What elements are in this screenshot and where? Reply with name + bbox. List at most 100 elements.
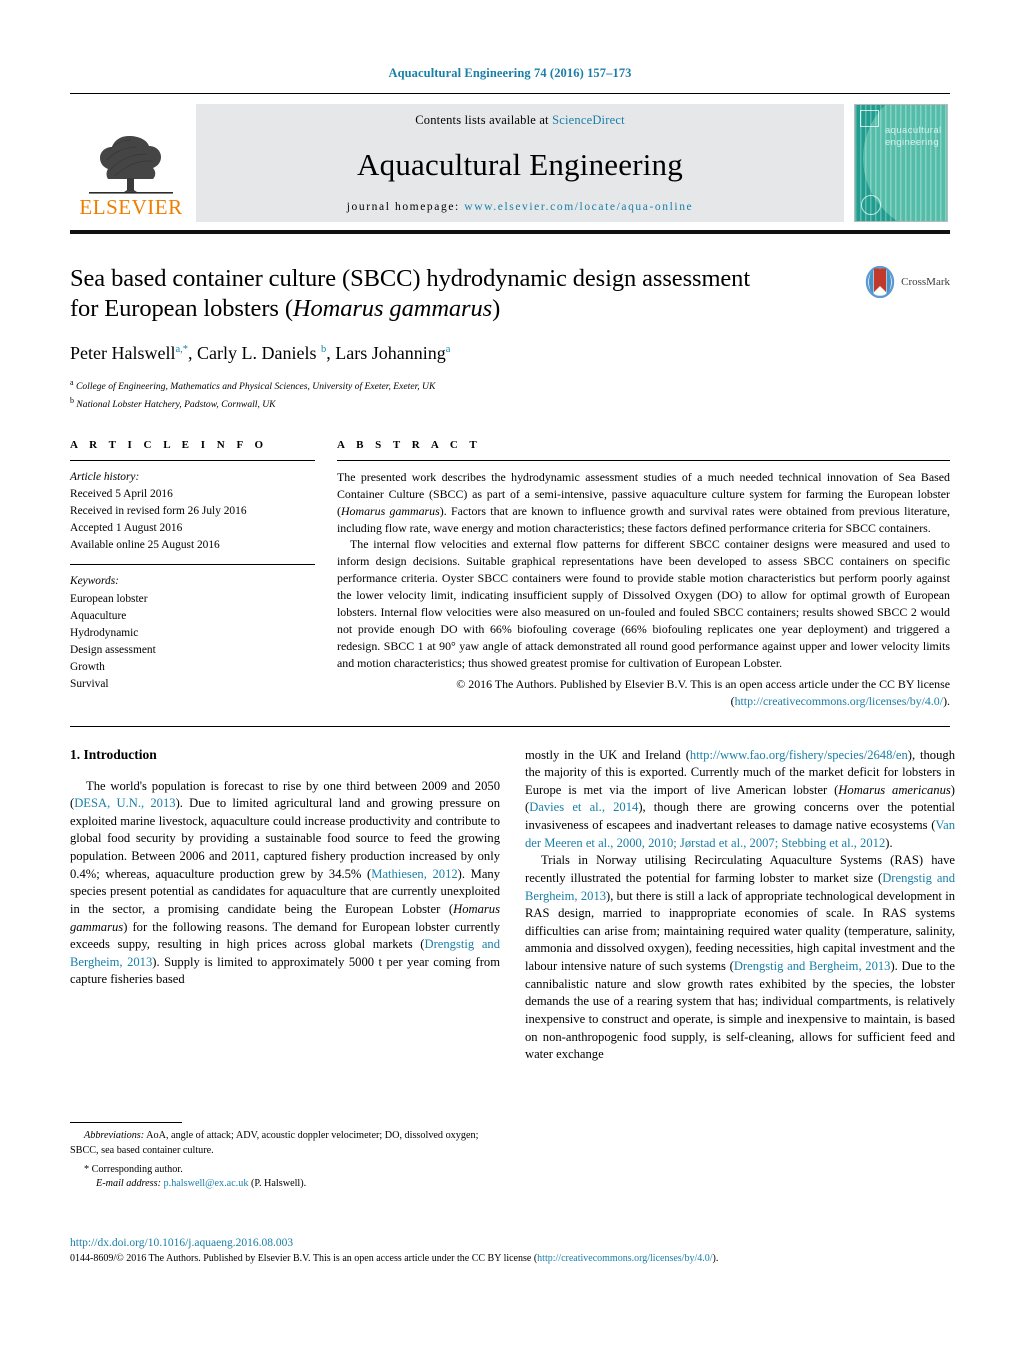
author-list: Peter Halswella,*, Carly L. Daniels b, L… <box>70 342 451 363</box>
intro-r-e: ). <box>885 835 893 850</box>
corresponding-author-footnote: * Corresponding author. E-mail address: … <box>70 1163 500 1193</box>
author-3-affiliation-marker: a <box>445 343 451 355</box>
title-line-2-prefix: for European lobsters ( <box>70 294 293 322</box>
issn-text-b: ). <box>712 1253 719 1265</box>
affiliation-a-text: College of Engineering, Mathematics and … <box>75 380 436 392</box>
cover-top-left-mark-icon <box>860 110 879 127</box>
intro-right-paragraph-1: mostly in the UK and Ireland (http://www… <box>525 747 955 853</box>
keyword-item: Survival <box>70 678 109 691</box>
keywords-label: Keywords: <box>70 575 119 588</box>
history-item: Available online 25 August 2016 <box>70 539 220 552</box>
intro-left-paragraph: The world's population is forecast to ri… <box>70 778 500 990</box>
article-info-divider <box>70 459 315 461</box>
author-name-3: Lars Johanning <box>335 342 446 363</box>
keyword-item: European lobster <box>70 592 148 605</box>
elsevier-tree-icon <box>89 136 173 194</box>
elsevier-logo: ELSEVIER <box>70 104 192 222</box>
body-column-left: 1. Introduction The world's population i… <box>70 747 500 1064</box>
intro-r2-c: ). Due to the cannibalistic nature and s… <box>525 959 955 1062</box>
abstract-divider <box>337 459 950 461</box>
affiliation-b-text: National Lobster Hatchery, Padstow, Corn… <box>76 398 276 410</box>
contents-available-line: Contents lists available at ScienceDirec… <box>415 113 625 128</box>
email-owner: (P. Halswell). <box>251 1178 307 1190</box>
abstract-paragraph-2: The internal flow velocities and externa… <box>337 537 950 670</box>
title-area: Sea based container culture (SBCC) hydro… <box>70 264 950 413</box>
article-info-column: A R T I C L E I N F O Article history: R… <box>70 439 315 710</box>
abstract-bottom-divider <box>70 725 950 727</box>
intro-right-paragraph-2: Trials in Norway utilising Recirculating… <box>525 852 955 1064</box>
author-1-affiliation-marker: a,* <box>175 343 189 355</box>
info-abstract-section: A R T I C L E I N F O Article history: R… <box>70 439 950 710</box>
running-head: Aquacultural Engineering 74 (2016) 157–1… <box>388 66 632 80</box>
author-2-affiliation-marker: b <box>321 343 327 355</box>
crossmark-badge[interactable]: CrossMark <box>864 266 950 298</box>
copyright-text: © 2016 The Authors. Published by Elsevie… <box>456 676 950 691</box>
keyword-item: Hydrodynamic <box>70 626 139 639</box>
abstract-heading: A B S T R A C T <box>337 438 482 451</box>
journal-homepage-line: journal homepage: www.elsevier.com/locat… <box>347 201 694 213</box>
intro-r-a: mostly in the UK and Ireland ( <box>525 747 690 762</box>
affiliation-a-marker: a <box>70 377 74 387</box>
citation-link[interactable]: Davies et al., 2014 <box>529 800 638 814</box>
citation-link[interactable]: DESA, U.N., 2013 <box>74 796 175 810</box>
crossmark-icon <box>865 266 895 298</box>
affiliation-b-marker: b <box>70 395 74 405</box>
history-item: Accepted 1 August 2016 <box>70 522 183 535</box>
abbreviations-footnote: Abbreviations: AoA, angle of attack; ADV… <box>70 1129 500 1159</box>
citation-link[interactable]: Drengstig and Bergheim, 2013 <box>734 959 891 973</box>
keyword-item: Growth <box>70 660 105 673</box>
issn-copyright-line: 0144-8609/© 2016 The Authors. Published … <box>70 1252 950 1266</box>
abstract-column: A B S T R A C T The presented work descr… <box>337 439 950 710</box>
license-url-link[interactable]: http://creativecommons.org/licenses/by/4… <box>735 694 944 708</box>
section-heading-introduction: 1. Introduction <box>70 746 157 762</box>
abstract-species-name: Homarus gammarus <box>340 503 440 518</box>
cover-title-text: aquacultural engineering <box>885 125 942 149</box>
footer-license-link[interactable]: http://creativecommons.org/licenses/by/4… <box>537 1253 712 1264</box>
crossmark-label: CrossMark <box>901 276 950 288</box>
title-species-name: Homarus gammarus <box>292 294 493 322</box>
title-line-1: Sea based container culture (SBCC) hydro… <box>70 265 751 292</box>
journal-cover-block: aquacultural engineering <box>852 104 950 222</box>
doi-link[interactable]: http://dx.doi.org/10.1016/j.aquaeng.2016… <box>70 1235 950 1251</box>
author-name-2: Carly L. Daniels <box>197 342 317 363</box>
corresponding-author-text: Corresponding author. <box>91 1163 183 1175</box>
sciencedirect-link[interactable]: ScienceDirect <box>552 113 625 127</box>
license-paren-close: ). <box>943 693 950 708</box>
journal-masthead: ELSEVIER Contents lists available at Sci… <box>70 93 950 222</box>
history-item: Received 5 April 2016 <box>70 487 173 500</box>
article-history-label: Article history: <box>70 470 140 483</box>
masthead-divider <box>70 230 950 234</box>
cover-bottom-left-seal-icon <box>861 195 881 215</box>
footnote-divider <box>70 1122 182 1123</box>
issn-text-a: 0144-8609/© 2016 The Authors. Published … <box>70 1253 538 1265</box>
email-link[interactable]: p.halswell@ex.ac.uk <box>164 1178 249 1189</box>
title-line-2-suffix: ) <box>492 294 501 322</box>
affiliation-a: a College of Engineering, Mathematics an… <box>70 377 950 395</box>
abstract-paragraph-1: The presented work describes the hydrody… <box>337 469 950 537</box>
citation-link[interactable]: Mathiesen, 2012 <box>371 867 457 881</box>
corresponding-star-marker: * <box>84 1163 90 1175</box>
author-name-1: Peter Halswell <box>70 342 176 363</box>
email-label: E-mail address: <box>96 1178 161 1190</box>
affiliations: a College of Engineering, Mathematics an… <box>70 377 950 413</box>
contents-prefix: Contents lists available at <box>415 113 553 127</box>
cover-title-line2: engineering <box>885 136 940 148</box>
journal-banner: Contents lists available at ScienceDirec… <box>196 104 844 222</box>
keywords-divider <box>70 564 315 566</box>
journal-cover-thumbnail: aquacultural engineering <box>854 104 948 222</box>
homepage-url-link[interactable]: www.elsevier.com/locate/aqua-online <box>464 201 693 213</box>
external-link[interactable]: http://www.fao.org/fishery/species/2648/… <box>690 748 908 762</box>
journal-title: Aquacultural Engineering <box>357 147 683 182</box>
keyword-item: Design assessment <box>70 643 156 656</box>
body-columns: 1. Introduction The world's population i… <box>70 747 955 1064</box>
page-title: Sea based container culture (SBCC) hydro… <box>70 264 870 324</box>
keyword-item: Aquaculture <box>70 609 127 622</box>
footnotes-block: Abbreviations: AoA, angle of attack; ADV… <box>70 1122 500 1192</box>
article-page: Aquacultural Engineering 74 (2016) 157–1… <box>0 0 1020 1351</box>
cover-title-line1: aquacultural <box>885 125 942 136</box>
article-info-heading: A R T I C L E I N F O <box>70 438 268 451</box>
affiliation-b: b National Lobster Hatchery, Padstow, Co… <box>70 395 950 413</box>
abbreviations-label: Abbreviations: <box>84 1130 145 1141</box>
abstract-copyright: © 2016 The Authors. Published by Elsevie… <box>337 676 950 710</box>
elsevier-wordmark: ELSEVIER <box>79 195 183 219</box>
